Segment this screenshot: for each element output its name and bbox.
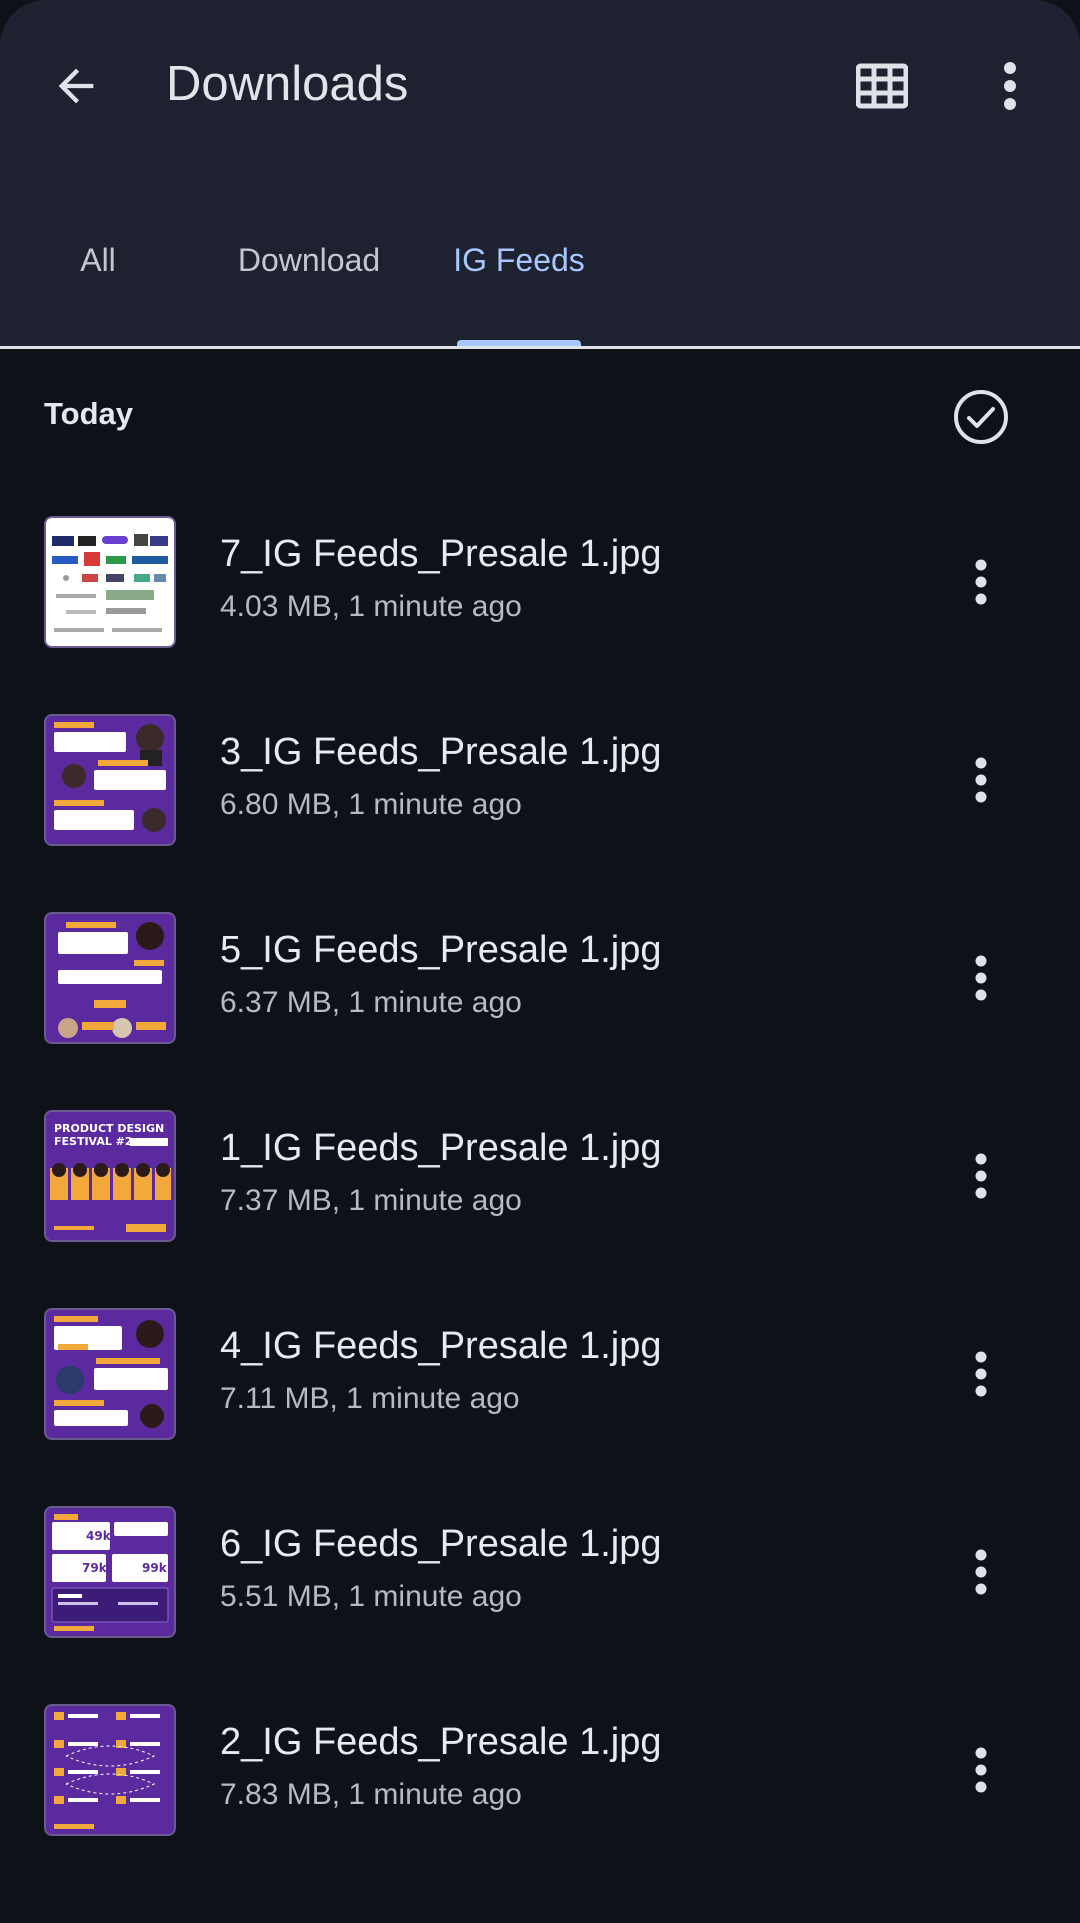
tab-all[interactable]: All — [62, 232, 134, 288]
file-thumbnail — [44, 1308, 176, 1440]
arrow-back-icon — [58, 68, 94, 104]
file-meta: 4.03 MB, 1 minute ago — [220, 590, 522, 623]
more-vert-icon — [975, 1153, 987, 1199]
file-meta: 6.80 MB, 1 minute ago — [220, 788, 522, 821]
more-vert-icon — [975, 559, 987, 605]
file-name: 2_IG Feeds_Presale 1.jpg — [220, 1721, 662, 1763]
file-more-button[interactable] — [950, 938, 1012, 1018]
file-name: 4_IG Feeds_Presale 1.jpg — [220, 1325, 662, 1367]
file-name: 6_IG Feeds_Presale 1.jpg — [220, 1523, 662, 1565]
file-row[interactable]: PRODUCT DESIGN FESTIVAL #2 1_IG Feeds_Pr… — [0, 1070, 1080, 1268]
file-name: 7_IG Feeds_Presale 1.jpg — [220, 533, 662, 575]
section-label-today: Today — [44, 396, 133, 431]
back-button[interactable] — [34, 44, 118, 128]
more-vert-icon — [975, 955, 987, 1001]
stat-value: 79k — [82, 1561, 108, 1575]
file-row[interactable]: 3_IG Feeds_Presale 1.jpg 6.80 MB, 1 minu… — [0, 674, 1080, 872]
file-name: 5_IG Feeds_Presale 1.jpg — [220, 929, 662, 971]
check-circle-icon — [954, 390, 1008, 444]
file-thumbnail: 49k 79k 99k — [44, 1506, 176, 1638]
file-name: 1_IG Feeds_Presale 1.jpg — [220, 1127, 662, 1169]
header-divider — [0, 346, 1080, 349]
file-row[interactable]: 7_IG Feeds_Presale 1.jpg 4.03 MB, 1 minu… — [0, 476, 1080, 674]
file-row[interactable]: 2_IG Feeds_Presale 1.jpg 7.83 MB, 1 minu… — [0, 1664, 1080, 1862]
file-more-button[interactable] — [950, 1532, 1012, 1612]
file-more-button[interactable] — [950, 1136, 1012, 1216]
file-thumbnail — [44, 516, 176, 648]
grid-view-icon — [856, 63, 908, 109]
file-name: 3_IG Feeds_Presale 1.jpg — [220, 731, 662, 773]
file-thumbnail — [44, 714, 176, 846]
file-thumbnail: PRODUCT DESIGN FESTIVAL #2 — [44, 1110, 176, 1242]
file-more-button[interactable] — [950, 542, 1012, 622]
file-thumbnail — [44, 912, 176, 1044]
file-row[interactable]: 49k 79k 99k 6_IG Feeds_Presale 1.jpg 5.5… — [0, 1466, 1080, 1664]
more-options-button[interactable] — [968, 44, 1052, 128]
stat-value: 49k — [86, 1529, 112, 1543]
more-vert-icon — [975, 757, 987, 803]
app-header: Downloads All Download IG Feeds — [0, 0, 1080, 346]
more-vert-icon — [1004, 62, 1016, 110]
file-row[interactable]: 5_IG Feeds_Presale 1.jpg 6.37 MB, 1 minu… — [0, 872, 1080, 1070]
stat-value: 99k — [142, 1561, 168, 1575]
tab-download[interactable]: Download — [224, 232, 394, 288]
file-meta: 5.51 MB, 1 minute ago — [220, 1580, 522, 1613]
downloads-screen: Downloads All Download IG Feeds Today 7_… — [0, 0, 1080, 1923]
file-meta: 6.37 MB, 1 minute ago — [220, 986, 522, 1019]
poster-title-line1: PRODUCT DESIGN — [54, 1122, 164, 1135]
more-vert-icon — [975, 1747, 987, 1793]
more-vert-icon — [975, 1549, 987, 1595]
poster-title-line2: FESTIVAL #2 — [54, 1135, 133, 1148]
file-meta: 7.83 MB, 1 minute ago — [220, 1778, 522, 1811]
file-thumbnail — [44, 1704, 176, 1836]
grid-view-button[interactable] — [840, 44, 924, 128]
file-more-button[interactable] — [950, 1334, 1012, 1414]
file-row[interactable]: 4_IG Feeds_Presale 1.jpg 7.11 MB, 1 minu… — [0, 1268, 1080, 1466]
more-vert-icon — [975, 1351, 987, 1397]
file-meta: 7.11 MB, 1 minute ago — [220, 1382, 520, 1415]
file-more-button[interactable] — [950, 740, 1012, 820]
select-all-button[interactable] — [950, 386, 1012, 448]
file-more-button[interactable] — [950, 1730, 1012, 1810]
file-meta: 7.37 MB, 1 minute ago — [220, 1184, 522, 1217]
page-title: Downloads — [166, 57, 409, 111]
tab-ig-feeds[interactable]: IG Feeds — [444, 232, 594, 288]
